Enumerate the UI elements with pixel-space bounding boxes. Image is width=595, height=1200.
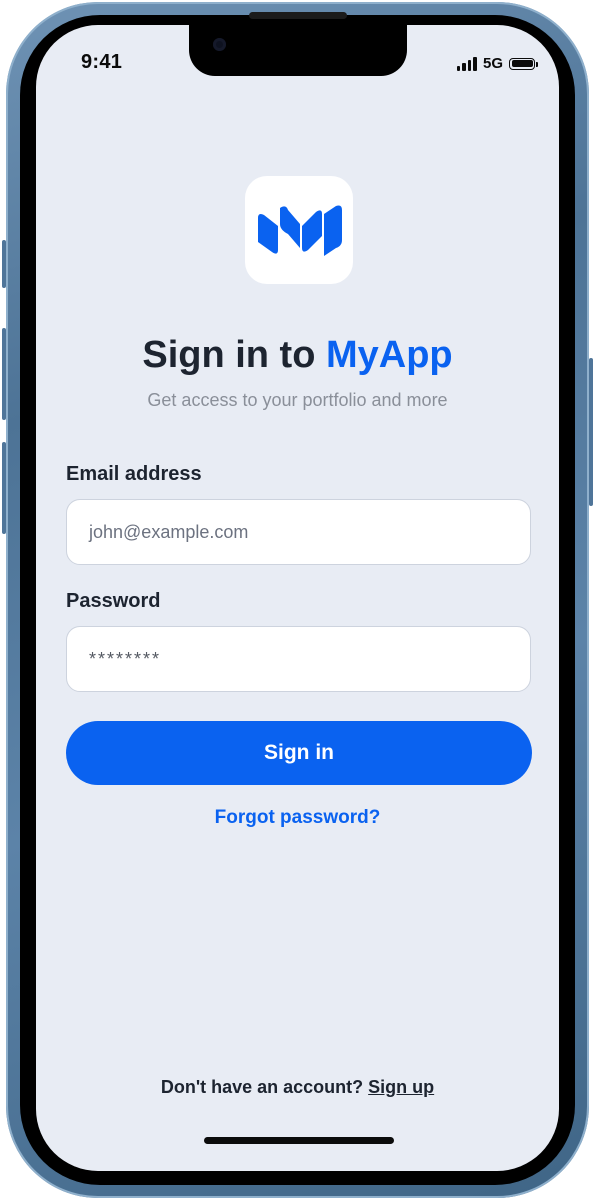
earpiece-speaker [249,12,347,19]
password-value: ******** [89,648,162,669]
battery-icon [509,57,538,70]
volume-down-button [2,442,6,534]
home-indicator[interactable] [204,1137,394,1144]
app-screen: 9:41 5G Sign in to MyApp Get access to y… [36,25,559,1171]
email-placeholder: john@example.com [89,521,249,542]
email-field[interactable]: john@example.com [66,499,531,565]
myapp-logo-icon [258,205,342,256]
front-camera-icon [213,38,226,51]
status-indicators: 5G [456,55,538,72]
power-button [589,358,593,506]
sign-up-link[interactable]: Sign up [368,1077,434,1097]
network-type: 5G [482,55,503,72]
title-prefix: Sign in to [142,334,326,376]
cellular-signal-icon [456,56,477,71]
status-time: 9:41 [81,51,123,73]
page-title: Sign in to MyApp [36,334,559,377]
signup-prompt-text: Don't have an account? [160,1077,369,1097]
signup-prompt: Don't have an account? Sign up [36,1077,559,1098]
volume-up-button [2,328,6,420]
title-brand: MyApp [325,334,453,376]
app-logo [245,176,353,284]
password-label: Password [66,590,161,612]
sign-in-button[interactable]: Sign in [66,721,532,785]
notch [189,25,407,76]
email-label: Email address [66,463,202,485]
page-subtitle: Get access to your portfolio and more [147,390,448,410]
action-button [2,240,6,288]
password-field[interactable]: ******** [66,626,531,692]
forgot-password-link[interactable]: Forgot password? [36,807,559,829]
